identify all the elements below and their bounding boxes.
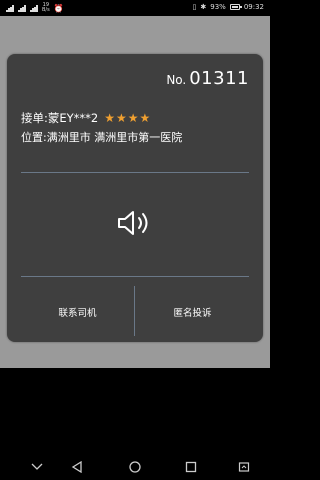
rating-stars: ★ ★ ★ ★ [104,112,151,124]
back-icon[interactable] [69,459,85,475]
order-number-value: 01311 [189,68,249,89]
order-prefix: No. [166,73,187,87]
star-icon: ★ [104,111,115,125]
collapse-chevron-icon[interactable] [29,459,45,475]
home-icon[interactable] [127,459,143,475]
bluetooth-icon: ✱ [200,3,207,11]
alarm-icon: ⏰ [53,3,64,13]
vibrate-icon: ▯ [192,3,197,11]
signal-icon-2 [18,4,26,12]
dimmed-background: No. 01311 接单:蒙EY***2 ★ ★ ★ ★ 位置:满洲里市 满洲里市第一… [0,16,270,368]
order-number: No. 01311 [166,68,249,89]
order-dialog: No. 01311 接单:蒙EY***2 ★ ★ ★ ★ 位置:满洲里市 满洲里市第一… [7,54,263,342]
status-bar-left: 19 B/s ⏰ [6,3,64,13]
divider-bottom [21,276,249,277]
battery-icon [229,4,242,10]
star-icon: ★ [127,111,139,125]
speaker-icon[interactable] [115,208,155,238]
contact-driver-button[interactable]: 联系司机 [21,290,134,334]
status-bar: 19 B/s ⏰ ▯ ✱ 93% 09:32 [0,0,270,16]
status-bar-right: ▯ ✱ 93% 09:32 [193,3,264,11]
signal-icon [6,4,14,12]
notification-shade-icon[interactable] [236,459,252,475]
button-separator [134,286,135,336]
location-label: 位置:满洲里市 满洲里市第一医院 [21,131,183,144]
pickup-label: 接单:蒙EY***2 [21,111,99,125]
star-icon: ★ [116,111,127,125]
divider-top [21,172,249,173]
battery-percent: 93% [210,3,226,11]
star-icon: ★ [139,111,151,125]
wifi-signal-icon [30,4,38,12]
bottom-blank-area [0,368,270,454]
navigation-bar [0,454,270,480]
recent-apps-icon[interactable] [183,459,199,475]
anonymous-complaint-button[interactable]: 匿名投诉 [136,290,249,334]
clock: 09:32 [243,3,264,11]
driver-row: 接单:蒙EY***2 ★ ★ ★ ★ [21,110,151,126]
network-speed: 19 B/s [42,2,50,13]
